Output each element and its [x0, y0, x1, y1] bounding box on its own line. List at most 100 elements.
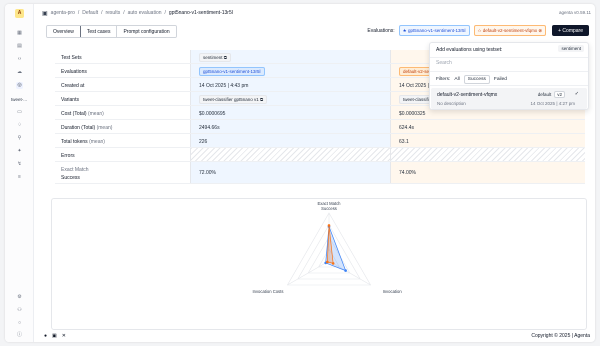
user-icon[interactable]: ⚇ — [16, 307, 23, 314]
breadcrumb-item[interactable]: Default — [82, 10, 98, 16]
compare-button[interactable]: + Compare — [552, 25, 589, 36]
cell-value: $0.0000695 — [199, 111, 226, 117]
chart-panel: Exact Match Success Invocation Invocation C… — [51, 198, 587, 330]
breadcrumb-item[interactable]: results — [105, 10, 120, 16]
social-links: ● ▣ ✕ — [44, 333, 66, 339]
row-label: Test Sets — [61, 55, 82, 61]
axis-label: Invocation — [383, 289, 403, 294]
flask-icon[interactable]: ⚲ — [16, 135, 23, 142]
bell-icon[interactable]: ♢ — [16, 122, 23, 129]
breadcrumb: ▣ agenta-pro / Default / results / auto eva… — [42, 10, 233, 17]
sparkle-icon[interactable]: ✦ — [16, 148, 23, 155]
breadcrumb-current: gpt5nano-v1-sentiment-13r5l — [168, 10, 233, 16]
cell-value: 14 Oct 2025 | 4:43 pm — [199, 83, 249, 89]
option-name: default-v2-sentiment-vfqmx — [437, 92, 498, 98]
axis-label: Invocation Costs — [252, 289, 283, 294]
filters-label: Filters: — [436, 77, 451, 82]
eval-chip[interactable]: ★ gpt5nano-v1-sentiment-13r5l — [398, 25, 470, 36]
table-row: Exact Match Success 72.00% 74.00% — [55, 162, 585, 184]
evaluation-tag[interactable]: default-v2-se — [399, 67, 434, 76]
settings-icon[interactable]: ⚙ — [16, 294, 23, 301]
row-label: Evaluations — [61, 69, 87, 75]
avatar[interactable]: A — [15, 9, 24, 18]
breadcrumb-item[interactable]: agenta-pro — [51, 10, 75, 16]
table-row: Total tokens (mean) 226 63.1 — [55, 134, 585, 148]
app-window: A ▦ ▤ ‹› ☁ ◎ tweet-... ▭ ♢ ⚲ ✦ ↯ ≡ ⚙ ⚇ ○… — [5, 4, 595, 342]
project-label[interactable]: tweet-... — [11, 97, 27, 102]
row-label: Exact Match Success — [61, 167, 89, 181]
document-icon[interactable]: ▤ — [16, 43, 23, 50]
sidebar: A ▦ ▤ ‹› ☁ ◎ tweet-... ▭ ♢ ⚲ ✦ ↯ ≡ ⚙ ⚇ ○… — [5, 4, 34, 342]
code-icon[interactable]: ‹› — [16, 56, 23, 63]
list-icon[interactable]: ≡ — [16, 174, 23, 181]
cell-value: 624.4s — [399, 125, 415, 131]
copyright: Copyright © 2025 | Agenta — [531, 333, 590, 339]
data-point[interactable] — [344, 269, 347, 272]
row-label: Errors — [61, 153, 75, 159]
filter-group: Filters: All Success Failed — [436, 75, 507, 84]
breadcrumb-item[interactable]: auto evaluation — [128, 10, 162, 16]
errors-cell — [190, 148, 390, 161]
twitter-icon[interactable]: ✕ — [62, 333, 66, 339]
footer: ● ▣ ✕ Copyright © 2025 | Agenta — [34, 330, 595, 342]
row-label: Created at — [61, 83, 85, 89]
filter-all[interactable]: All — [454, 77, 459, 82]
option-variant: default v2 — [538, 91, 565, 98]
chart-icon[interactable]: ↯ — [16, 161, 23, 168]
row-label: Total tokens (mean) — [61, 139, 105, 145]
variant-tag[interactable]: tweet-classifi — [399, 95, 433, 104]
evaluation-tag[interactable]: gpt5nano-v1-sentiment-13r5l — [199, 67, 265, 76]
row-label: Duration (Total) (mean) — [61, 125, 113, 131]
errors-cell — [390, 148, 585, 161]
option-description: No description — [437, 101, 466, 106]
data-point[interactable] — [327, 224, 331, 227]
cell-value: $0.0000325 — [399, 111, 426, 117]
version-label: agenta v0.59.11 — [559, 10, 591, 15]
axis-label: Success — [321, 206, 337, 211]
filter-failed[interactable]: Failed — [494, 77, 507, 82]
data-point[interactable] — [326, 260, 329, 264]
tab-test-cases[interactable]: Test cases — [80, 26, 118, 37]
check-icon: ✓ — [574, 91, 579, 97]
option-date: 14 Oct 2025 | 4:27 pm — [530, 101, 575, 106]
help-icon[interactable]: ○ — [16, 320, 23, 327]
add-evaluations-popover: Add evaluations using testset: sentiment… — [429, 42, 589, 110]
variant-tag[interactable]: tweet-classifier gpt5nano v1 ⧉ — [199, 95, 268, 104]
panel-toggle-icon[interactable]: ▣ — [42, 10, 48, 17]
row-label: Variants — [61, 97, 79, 103]
cloud-icon[interactable]: ☁ — [16, 69, 23, 76]
table-row: Errors — [55, 148, 585, 162]
eval-chip[interactable]: ☆ default-v2-sentiment-vfqmx ⊗ — [473, 25, 547, 36]
cell-value: 226 — [199, 139, 208, 145]
external-link-icon[interactable]: ⧉ — [260, 97, 263, 102]
tab-prompt-configuration[interactable]: Prompt configuration — [117, 26, 176, 37]
row-label: Cost (Total) (mean) — [61, 111, 104, 117]
target-icon[interactable]: ◎ — [16, 82, 23, 89]
cell-value: 74.00% — [399, 170, 416, 176]
table-row: Duration (Total) (mean) 2494.66s 624.4s — [55, 120, 585, 134]
cell-value: 2494.66s — [199, 125, 220, 131]
cell-value: 63.1 — [399, 139, 409, 145]
tab-overview[interactable]: Overview — [46, 26, 81, 37]
layers-icon[interactable]: ▭ — [16, 109, 23, 116]
tab-group: Overview Test cases Prompt configuration — [46, 25, 177, 38]
cell-value: 72.00% — [199, 170, 216, 176]
search-input[interactable] — [436, 60, 584, 66]
filter-success[interactable]: Success — [463, 75, 490, 84]
toolbar: Overview Test cases Prompt configuration… — [45, 25, 589, 38]
linkedin-icon[interactable]: ▣ — [52, 333, 57, 339]
github-icon[interactable]: ● — [44, 333, 47, 339]
radar-chart: Exact MatchSuccessInvocationInvocation C… — [252, 201, 403, 294]
evaluations-bar: Evaluations: ★ gpt5nano-v1-sentiment-13r… — [367, 25, 589, 36]
evaluation-option[interactable]: default-v2-sentiment-vfqmx default v2 ✓ N… — [431, 88, 587, 109]
cell-value: 14 Oct 2025 | — [399, 83, 429, 89]
close-icon[interactable]: ⊗ — [537, 28, 542, 33]
grid-icon[interactable]: ▦ — [16, 30, 23, 37]
version-badge: v2 — [554, 91, 565, 98]
data-point[interactable] — [331, 262, 335, 265]
popover-title: Add evaluations using testset: — [436, 47, 503, 53]
info-icon[interactable]: ⓘ — [16, 332, 23, 339]
testset-tag[interactable]: sentiment ⧉ — [199, 53, 231, 62]
external-link-icon[interactable]: ⧉ — [224, 55, 227, 60]
evaluations-label: Evaluations: — [367, 27, 395, 34]
